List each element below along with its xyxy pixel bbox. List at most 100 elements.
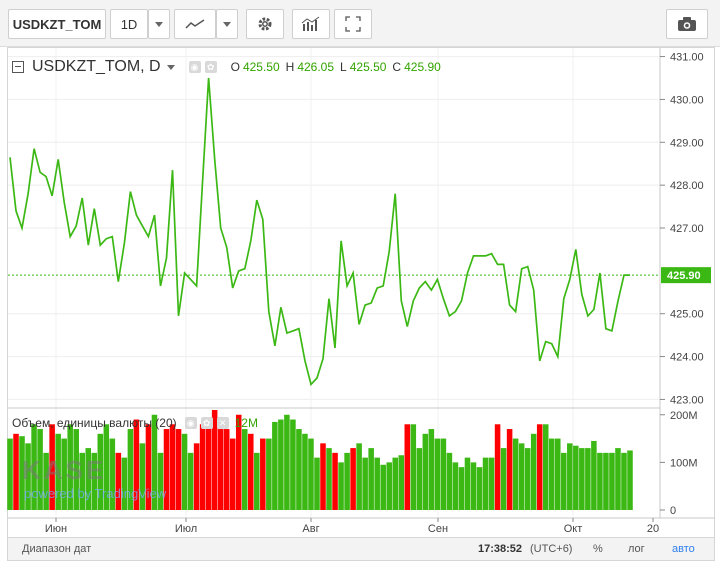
price-tick-label: 423.00 <box>670 394 704 406</box>
volume-bar <box>615 448 621 510</box>
volume-bar <box>506 429 513 510</box>
volume-bar <box>187 452 194 510</box>
eye-icon[interactable]: ◉ <box>188 61 201 73</box>
volume-bar <box>181 433 188 510</box>
volume-bar <box>470 462 477 510</box>
volume-bar <box>121 457 128 510</box>
timezone-button[interactable]: (UTC+6) <box>530 543 572 555</box>
volume-tick-label: 0 <box>670 505 676 517</box>
volume-bar <box>404 424 411 510</box>
volume-bar <box>169 424 176 510</box>
volume-bar <box>362 457 368 510</box>
low-label: L <box>340 60 347 74</box>
last-price-label: 425.90 <box>661 267 711 284</box>
volume-bar <box>338 462 344 510</box>
volume-bar <box>428 429 435 510</box>
volume-bar <box>416 448 423 510</box>
time-tick-label: Июн <box>45 523 67 535</box>
close-value: 425.90 <box>404 60 441 74</box>
volume-bar <box>326 448 332 510</box>
price-tick-label: 424.00 <box>670 352 704 364</box>
volume-bar <box>115 452 122 510</box>
auto-scale-button[interactable]: авто <box>672 543 695 555</box>
volume-tick-label: 200M <box>670 410 698 422</box>
volume-bar <box>579 448 585 510</box>
time-tick-label: Окт <box>564 523 583 535</box>
volume-bar <box>284 414 290 510</box>
powered-by-watermark: powered by TradingView <box>24 486 167 501</box>
volume-bar <box>248 433 254 510</box>
volume-tick-label: 100M <box>670 457 698 469</box>
eye-icon[interactable]: ◉ <box>184 417 197 429</box>
volume-bar <box>356 443 362 510</box>
volume-bar <box>603 452 609 510</box>
close-icon[interactable]: ✕ <box>216 417 229 429</box>
high-label: H <box>285 60 295 74</box>
volume-bar <box>332 452 338 510</box>
volume-bar <box>7 438 13 510</box>
volume-bar <box>434 438 441 510</box>
volume-bar <box>290 419 296 510</box>
high-value: 426.05 <box>297 60 335 74</box>
chevron-down-icon[interactable] <box>166 64 175 70</box>
last-price-text: 425.90 <box>667 270 701 282</box>
price-tick-label: 430.00 <box>670 94 704 106</box>
collapse-icon[interactable] <box>12 61 24 73</box>
volume-bar <box>452 462 459 510</box>
volume-bar <box>254 452 260 510</box>
volume-bar <box>157 452 164 510</box>
open-label: O <box>230 60 240 74</box>
time-tick-label: Сен <box>428 523 448 535</box>
volume-bar <box>308 438 314 510</box>
volume-bar <box>591 440 597 510</box>
log-scale-button[interactable]: лог <box>628 543 645 555</box>
open-value: 425.50 <box>242 60 280 74</box>
footer-bar: Диапазон дат 17:38:52 (UTC+6) % лог авто <box>7 537 715 561</box>
time-tick-label: Авг <box>302 523 319 535</box>
volume-bar <box>422 433 429 510</box>
volume-bar <box>458 467 465 510</box>
volume-bar <box>223 429 230 510</box>
time-tick-label: 20 <box>647 523 659 535</box>
volume-bar <box>573 445 579 510</box>
volume-bar <box>217 429 224 510</box>
volume-bar <box>175 429 182 510</box>
volume-bar <box>567 443 573 510</box>
volume-bar <box>446 452 453 510</box>
volume-bar <box>494 424 501 510</box>
price-axis[interactable]: 431.00 430.00 429.00 428.00 427.00 425.00 424.… <box>660 52 704 407</box>
volume-bar <box>627 450 633 510</box>
volume-bar <box>518 443 525 510</box>
time-tick-label: Июл <box>175 523 197 535</box>
volume-bar <box>488 457 495 510</box>
volume-bar <box>536 424 543 510</box>
volume-bar <box>392 457 399 510</box>
volume-bar <box>374 457 380 510</box>
volume-bar <box>524 448 531 510</box>
volume-bar <box>585 448 591 510</box>
volume-bar <box>410 424 417 510</box>
percent-scale-button[interactable]: % <box>593 543 603 555</box>
volume-bar <box>476 467 483 510</box>
date-range-button[interactable]: Диапазон дат <box>22 543 91 555</box>
volume-bar <box>482 457 489 510</box>
volume-bar <box>314 457 320 510</box>
volume-bar <box>229 438 236 510</box>
price-tick-label: 427.00 <box>670 223 704 235</box>
settings-small-icon[interactable]: ✿ <box>204 61 217 73</box>
main-legend: USDKZT_TOM, D ◉ ✿ O 425.50 H 426.05 L 42… <box>12 58 441 76</box>
volume-bar <box>272 421 278 510</box>
volume-bar <box>530 433 537 510</box>
volume-bar <box>398 455 405 510</box>
volume-bar <box>440 438 447 510</box>
settings-small-icon[interactable]: ✿ <box>200 417 213 429</box>
volume-bar <box>561 452 567 510</box>
time-axis[interactable]: Июн Июл Авг Сен Окт 20 <box>45 518 659 535</box>
volume-bar <box>260 438 266 510</box>
volume-bar <box>296 429 302 510</box>
volume-bar <box>193 443 200 510</box>
volume-bar <box>542 424 549 510</box>
volume-value: 12M <box>234 416 258 430</box>
volume-axis: 200M 100M 0 <box>660 410 698 517</box>
volume-bar <box>278 419 284 510</box>
